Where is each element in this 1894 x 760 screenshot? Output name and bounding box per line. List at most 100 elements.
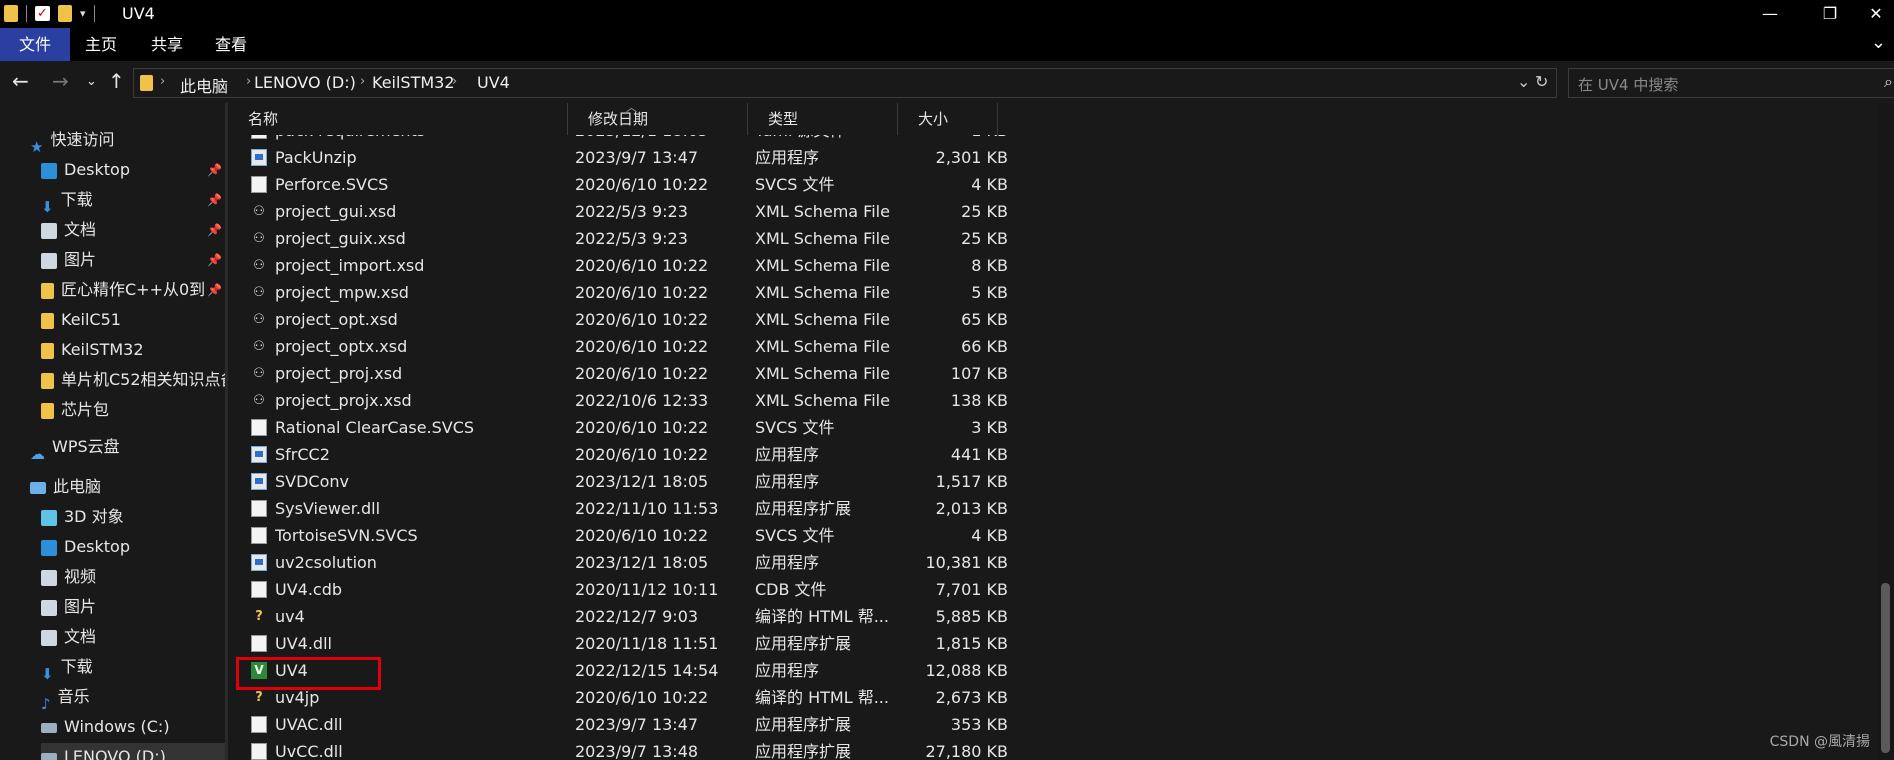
tab-view[interactable]: 查看 bbox=[206, 28, 256, 61]
file-row[interactable]: Rational ClearCase.SVCS 2020/6/10 10:22 SV… bbox=[228, 414, 1894, 441]
sidebar-item-quick-access[interactable]: ★ 快速访问 bbox=[30, 126, 114, 156]
breadcrumb-folder[interactable]: KeilSTM32 bbox=[372, 73, 455, 92]
sidebar-item-c52-folder[interactable]: 单片机C52相关知识点备 bbox=[41, 366, 225, 394]
file-row[interactable]: ⚇ project_gui.xsd 2022/5/3 9:23 XML Schema … bbox=[228, 198, 1894, 225]
help-file-icon: ? bbox=[255, 609, 263, 624]
sidebar-item-documents-pc[interactable]: 文档 bbox=[41, 623, 96, 651]
search-box[interactable]: 在 UV4 中搜索 ⌕ bbox=[1568, 68, 1894, 98]
file-row[interactable]: ⚇ project_opt.xsd 2020/6/10 10:22 XML Schem… bbox=[228, 306, 1894, 333]
file-size: 2,673 KB bbox=[935, 688, 1008, 707]
file-row[interactable]: uv2csolution 2023/12/1 18:05 应用程序 10,381 KB bbox=[228, 549, 1894, 576]
file-row[interactable]: ⚇ project_projx.xsd 2022/10/6 12:33 XML Sch… bbox=[228, 387, 1894, 414]
sidebar-item-music[interactable]: ♪ 音乐 bbox=[41, 683, 90, 713]
file-date: 2020/6/10 10:22 bbox=[575, 310, 709, 329]
document-icon bbox=[41, 222, 57, 239]
chevron-down-icon[interactable]: ⌄ bbox=[1871, 32, 1886, 53]
music-icon: ♪ bbox=[41, 694, 51, 713]
file-date: 2020/6/10 10:22 bbox=[575, 283, 709, 302]
sidebar-item-chip-pack[interactable]: 芯片包 bbox=[41, 396, 109, 424]
file-row[interactable]: Perforce.SVCS 2020/6/10 10:22 SVCS 文件 4 KB bbox=[228, 171, 1894, 198]
file-row[interactable]: ⚇ project_guix.xsd 2022/5/3 9:23 XML Schema… bbox=[228, 225, 1894, 252]
file-size: 4 KB bbox=[971, 526, 1008, 545]
sidebar-item-desktop-pc[interactable]: Desktop bbox=[41, 533, 130, 561]
vertical-scrollbar[interactable] bbox=[1877, 103, 1894, 760]
sidebar-item-keilstm32[interactable]: KeilSTM32 bbox=[41, 336, 144, 364]
folder-icon bbox=[41, 342, 54, 359]
pictures-icon bbox=[41, 599, 57, 616]
file-row[interactable]: SysViewer.dll 2022/11/10 11:53 应用程序扩展 2,013… bbox=[228, 495, 1894, 522]
file-row[interactable]: UV4.dll 2020/11/18 11:51 应用程序扩展 1,815 KB bbox=[228, 630, 1894, 657]
file-row[interactable]: SVDConv 2023/12/1 18:05 应用程序 1,517 KB bbox=[228, 468, 1894, 495]
sidebar-item-pictures[interactable]: 图片 bbox=[41, 246, 96, 274]
breadcrumb-separator[interactable]: › bbox=[452, 74, 457, 89]
up-icon[interactable]: ↑ bbox=[108, 69, 125, 93]
file-date: 2020/6/10 10:22 bbox=[575, 688, 709, 707]
file-row[interactable]: TortoiseSVN.SVCS 2020/6/10 10:22 SVCS 文件 4 … bbox=[228, 522, 1894, 549]
file-row[interactable]: ⚇ project_mpw.xsd 2020/6/10 10:22 XML Schem… bbox=[228, 279, 1894, 306]
sidebar-item-pictures-pc[interactable]: 图片 bbox=[41, 593, 96, 621]
sidebar-item-drive-d[interactable]: LENOVO (D:) bbox=[41, 743, 225, 760]
file-row[interactable]: ⚇ project_optx.xsd 2020/6/10 10:22 XML Sche… bbox=[228, 333, 1894, 360]
sidebar-item-this-pc[interactable]: 此电脑 bbox=[30, 473, 101, 501]
sidebar-item-desktop[interactable]: Desktop bbox=[41, 156, 130, 184]
new-folder-icon[interactable] bbox=[58, 5, 72, 22]
address-bar[interactable]: › 此电脑 › LENOVO (D:) › KeilSTM32 › UV4 ⌄ … bbox=[133, 68, 1557, 98]
minimize-button[interactable]: — bbox=[1740, 0, 1800, 28]
file-row[interactable]: PackUnzip 2023/9/7 13:47 应用程序 2,301 KB bbox=[228, 144, 1894, 171]
sidebar-item-downloads-pc[interactable]: ⬇ 下载 bbox=[41, 653, 93, 683]
search-icon[interactable]: ⌕ bbox=[1884, 72, 1893, 92]
file-type: XML Schema File bbox=[755, 283, 890, 302]
recent-locations-icon[interactable]: ⌄ bbox=[86, 74, 97, 89]
file-row[interactable]: V UV4 2022/12/15 14:54 应用程序 12,088 KB bbox=[228, 657, 1894, 684]
scrollbar-thumb[interactable] bbox=[1881, 583, 1890, 753]
file-size: 12,088 KB bbox=[925, 661, 1008, 680]
column-header-name[interactable]: 名称 bbox=[228, 103, 568, 135]
file-row[interactable]: UV4.cdb 2020/11/12 10:11 CDB 文件 7,701 KB bbox=[228, 576, 1894, 603]
file-row[interactable]: SfrCC2 2020/6/10 10:22 应用程序 441 KB bbox=[228, 441, 1894, 468]
sidebar-item-drive-c[interactable]: Windows (C:) bbox=[41, 713, 170, 741]
sidebar-item-cpp-folder[interactable]: 匠心精作C++从0到1 bbox=[41, 276, 205, 304]
column-header-date[interactable]: 修改日期 bbox=[568, 103, 748, 135]
window-title: UV4 bbox=[122, 4, 155, 23]
tab-share[interactable]: 共享 bbox=[142, 28, 192, 61]
close-button[interactable]: ✕ bbox=[1858, 0, 1894, 28]
breadcrumb-separator[interactable]: › bbox=[360, 74, 365, 89]
breadcrumb-separator[interactable]: › bbox=[246, 74, 251, 89]
forward-icon[interactable]: → bbox=[52, 69, 69, 93]
properties-icon[interactable]: ✓ bbox=[35, 6, 50, 21]
column-header-type[interactable]: 类型 bbox=[748, 103, 898, 135]
file-size: 1,815 KB bbox=[935, 634, 1008, 653]
sidebar-item-videos[interactable]: 视频 bbox=[41, 563, 96, 591]
file-row[interactable]: ⚇ project_proj.xsd 2020/6/10 10:22 XML Sche… bbox=[228, 360, 1894, 387]
file-size: 2,301 KB bbox=[935, 148, 1008, 167]
file-row[interactable]: pack requirements2023/12/1 18:05Yaml 源文件… bbox=[228, 135, 1894, 144]
address-dropdown-icon[interactable]: ⌄ bbox=[1517, 72, 1530, 91]
file-row[interactable]: ? uv4jp 2020/6/10 10:22 编译的 HTML 帮... 2,673 … bbox=[228, 684, 1894, 711]
breadcrumb-drive[interactable]: LENOVO (D:) bbox=[254, 73, 356, 92]
file-size: 5,885 KB bbox=[935, 607, 1008, 626]
sidebar-item-keilc51[interactable]: KeilC51 bbox=[41, 306, 121, 334]
sidebar-item-documents[interactable]: 文档 bbox=[41, 216, 96, 244]
folder-icon bbox=[140, 75, 153, 91]
sidebar-item-wps-cloud[interactable]: ☁ WPS云盘 bbox=[30, 433, 120, 463]
sidebar-item-3d-objects[interactable]: 3D 对象 bbox=[41, 503, 124, 531]
file-row[interactable]: UVAC.dll 2023/9/7 13:47 应用程序扩展 353 KB bbox=[228, 711, 1894, 738]
file-row[interactable]: UvCC.dll 2023/9/7 13:48 应用程序扩展 27,180 KB bbox=[228, 738, 1894, 760]
refresh-icon[interactable]: ↻ bbox=[1535, 72, 1548, 91]
file-row[interactable]: ? uv4 2022/12/7 9:03 编译的 HTML 帮... 5,885 KB bbox=[228, 603, 1894, 630]
file-row[interactable]: ⚇ project_import.xsd 2020/6/10 10:22 XML Sc… bbox=[228, 252, 1894, 279]
tab-home[interactable]: 主页 bbox=[76, 28, 126, 61]
breadcrumb-current[interactable]: UV4 bbox=[477, 73, 510, 92]
column-header-size[interactable]: 大小 bbox=[898, 103, 998, 135]
restore-button[interactable]: ❐ bbox=[1800, 0, 1860, 28]
computer-icon bbox=[30, 481, 46, 494]
breadcrumb-this-pc[interactable]: 此电脑 bbox=[180, 73, 228, 97]
file-size: 1,517 KB bbox=[935, 472, 1008, 491]
customize-toolbar-icon[interactable]: ▾ bbox=[80, 7, 86, 20]
help-file-icon: ? bbox=[255, 690, 263, 705]
file-date: 2022/11/10 11:53 bbox=[575, 499, 719, 518]
file-date: 2023/9/7 13:48 bbox=[575, 742, 699, 760]
back-icon[interactable]: ← bbox=[12, 69, 29, 93]
sidebar-item-downloads[interactable]: ⬇ 下载 bbox=[41, 186, 93, 216]
tab-file[interactable]: 文件 bbox=[0, 28, 70, 61]
